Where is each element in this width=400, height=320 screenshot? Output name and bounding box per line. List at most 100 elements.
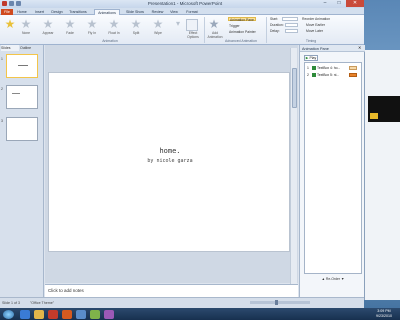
duration-label: Duration:	[270, 23, 284, 27]
animation-pane-header: Animation Pane ✕	[300, 45, 365, 52]
window-title: Presentation1 - Microsoft PowerPoint	[147, 1, 223, 6]
trigger-button[interactable]: Trigger	[229, 24, 240, 28]
powerpoint-taskbar-icon[interactable]	[62, 309, 72, 319]
play-button[interactable]: ▶ Play	[304, 55, 318, 61]
explorer-icon[interactable]	[34, 309, 44, 319]
ribbon-separator	[204, 17, 205, 43]
tab-slides[interactable]: Slides	[1, 45, 19, 51]
timeline-bar	[349, 73, 357, 77]
thumb-text	[12, 93, 20, 94]
notes-placeholder[interactable]: Click to add notes	[48, 288, 84, 293]
effect-float-in-label: Float In	[108, 31, 120, 35]
delay-field[interactable]	[285, 29, 298, 33]
move-earlier-button[interactable]: Move Earlier	[306, 23, 325, 27]
media-player-icon[interactable]	[48, 309, 58, 319]
start-label: Start:	[270, 17, 279, 21]
effect-float-in-icon[interactable]: ★	[108, 18, 120, 30]
animation-order: 1	[307, 66, 309, 70]
list-item[interactable]: 1 TextBox 4: ho...	[306, 65, 362, 71]
animation-label: TextBox 4: ho...	[317, 66, 341, 70]
thumb-text	[18, 65, 28, 66]
duration-field[interactable]	[285, 23, 298, 27]
app-taskbar-icon[interactable]	[104, 309, 114, 319]
slide-canvas[interactable]: home. by nicole garza	[48, 72, 290, 252]
slide-thumbnail[interactable]	[6, 85, 38, 109]
slide-thumbnail[interactable]	[6, 54, 38, 78]
tab-outline[interactable]: Outline	[20, 45, 38, 51]
reorder-control[interactable]: ▲ Re-Order ▼	[304, 276, 362, 283]
slide-subtitle[interactable]: by nicole garza	[49, 158, 291, 164]
taskbar: 3:09 PM 9/23/2010	[0, 308, 400, 320]
ribbon: ★ ★ None ★ Appear ★ Fade ★ Fly In ★ Floa…	[0, 15, 364, 45]
effect-wipe-label: Wipe	[154, 31, 162, 35]
reorder-animation-title: Reorder Animation	[302, 17, 331, 21]
list-item[interactable]: 2 TextBox 5: ni...	[306, 72, 362, 78]
entrance-effect-icon	[312, 66, 316, 70]
slide-thumbnail[interactable]	[6, 117, 38, 141]
undo-icon[interactable]	[16, 1, 21, 6]
effect-appear-label: Appear	[42, 31, 54, 35]
start-button[interactable]	[3, 309, 14, 319]
effect-fade-icon[interactable]: ★	[64, 18, 76, 30]
animation-pane-title: Animation Pane	[302, 46, 329, 51]
slides-pane: Slides Outline 1 2 3	[0, 45, 44, 297]
ribbon-separator	[266, 17, 267, 43]
effect-fly-in-label: Fly In	[87, 31, 97, 35]
save-icon[interactable]	[9, 1, 14, 6]
slide-number: 3	[1, 119, 3, 123]
effect-options-label[interactable]: Effect Options	[183, 31, 203, 39]
animation-pane: Animation Pane ✕ ▶ Play 1 TextBox 4: ho.…	[299, 45, 365, 297]
minimize-button[interactable]: –	[318, 0, 332, 7]
effect-options-icon[interactable]	[186, 19, 198, 31]
add-animation-label[interactable]: Add Animation	[205, 31, 225, 39]
animation-group-label: Animation	[102, 39, 118, 43]
zoom-slider-handle[interactable]	[275, 300, 278, 305]
background-window-button[interactable]	[370, 113, 378, 119]
gallery-more-icon[interactable]: ▾	[174, 18, 182, 30]
move-down-icon[interactable]: ▼	[341, 277, 344, 281]
animation-label: TextBox 5: ni...	[317, 73, 340, 77]
scrollbar-thumb[interactable]	[292, 68, 297, 108]
timing-group-label: Timing	[305, 39, 317, 43]
start-dropdown[interactable]	[282, 17, 298, 21]
animation-list: 1 TextBox 4: ho... 2 TextBox 5: ni...	[304, 62, 362, 274]
status-bar: Slide 1 of 3 "Office Theme"	[0, 297, 364, 308]
effect-none-label: None	[21, 31, 31, 35]
move-up-icon[interactable]: ▲	[322, 277, 325, 281]
animation-painter-button[interactable]: Animation Painter	[229, 30, 256, 34]
notes-pane[interactable]: Click to add notes	[45, 284, 298, 297]
system-clock[interactable]: 3:09 PM 9/23/2010	[370, 309, 398, 319]
app-taskbar-icon[interactable]	[76, 309, 86, 319]
zoom-slider[interactable]	[250, 301, 310, 304]
entrance-effect-icon	[312, 73, 316, 77]
app-taskbar-icon[interactable]	[90, 309, 100, 319]
slide-counter: Slide 1 of 3	[2, 301, 20, 305]
vertical-scrollbar[interactable]	[290, 48, 297, 284]
effect-split-icon[interactable]: ★	[130, 18, 142, 30]
preview-star-icon[interactable]: ★	[4, 18, 16, 30]
ribbon-tabs: File Home Insert Design Transitions Anim…	[0, 8, 364, 15]
app-icon[interactable]	[2, 1, 7, 6]
close-pane-icon[interactable]: ✕	[358, 45, 361, 50]
effect-none-icon[interactable]: ★	[20, 18, 32, 30]
clock-date: 9/23/2010	[376, 314, 392, 318]
slide-title[interactable]: home.	[49, 147, 291, 155]
effect-fly-in-icon[interactable]: ★	[86, 18, 98, 30]
background-window[interactable]	[364, 50, 400, 300]
effect-appear-icon[interactable]: ★	[42, 18, 54, 30]
maximize-button[interactable]: □	[332, 0, 346, 7]
close-button[interactable]: ✕	[346, 0, 364, 7]
title-bar: Presentation1 - Microsoft PowerPoint – □…	[0, 0, 364, 8]
move-later-button[interactable]: Move Later	[306, 29, 323, 33]
theme-name: "Office Theme"	[30, 301, 54, 305]
reorder-label: Re-Order	[325, 277, 341, 281]
advanced-animation-group-label: Advanced Animation	[225, 39, 257, 43]
add-animation-icon[interactable]: ★	[208, 18, 220, 30]
delay-label: Delay:	[270, 29, 280, 33]
play-label: Play	[309, 56, 317, 60]
animation-pane-button[interactable]: Animation Pane	[228, 17, 256, 22]
slide-number: 2	[1, 87, 3, 91]
ie-icon[interactable]	[20, 309, 30, 319]
effect-fade-label: Fade	[66, 31, 74, 35]
effect-wipe-icon[interactable]: ★	[152, 18, 164, 30]
